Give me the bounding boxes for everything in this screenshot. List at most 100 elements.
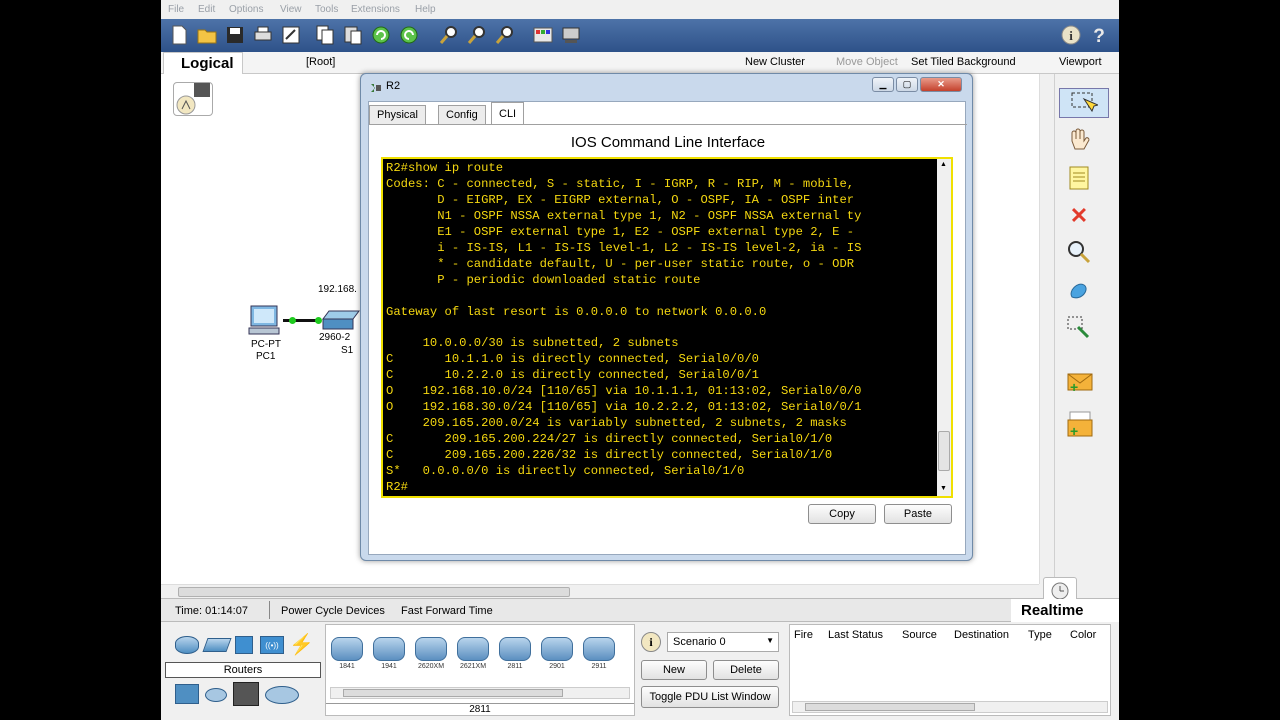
tab-cli[interactable]: CLI: [491, 102, 525, 125]
toggle-pdu-list-button[interactable]: Toggle PDU List Window: [641, 686, 779, 708]
open-folder-icon[interactable]: [195, 23, 219, 47]
help-icon[interactable]: ?: [1087, 23, 1111, 47]
column-header[interactable]: Destination: [954, 629, 1009, 641]
copy-icon[interactable]: [313, 23, 337, 47]
undo-icon[interactable]: [369, 23, 393, 47]
menu-file[interactable]: File: [168, 4, 184, 15]
minimize-button[interactable]: ▁: [872, 77, 894, 92]
device-model[interactable]: 2620XM: [414, 637, 448, 670]
chevron-down-icon: ▼: [766, 636, 774, 645]
add-complex-pdu-icon[interactable]: +: [1063, 408, 1095, 440]
device-model[interactable]: 2811: [498, 637, 532, 670]
workspace-vertical-scrollbar[interactable]: [1039, 74, 1054, 584]
save-icon[interactable]: [223, 23, 247, 47]
menu-edit[interactable]: Edit: [198, 4, 215, 15]
scenario-info-icon[interactable]: i: [641, 632, 661, 652]
terminal-output[interactable]: R2#show ip route Codes: C - connected, S …: [386, 161, 936, 496]
activity-wizard-icon[interactable]: [279, 23, 303, 47]
column-header[interactable]: Color: [1070, 629, 1096, 641]
device-list-scrollbar[interactable]: [330, 687, 630, 699]
new-file-icon[interactable]: [167, 23, 191, 47]
root-breadcrumb[interactable]: [Root]: [306, 56, 335, 68]
select-tool-icon[interactable]: [1059, 88, 1109, 118]
custom-devices-category-icon[interactable]: [233, 682, 259, 706]
realtime-mode-tab[interactable]: Realtime: [1011, 599, 1119, 623]
maximize-button[interactable]: ▢: [896, 77, 918, 92]
logical-tab[interactable]: Logical: [163, 52, 243, 74]
device-model[interactable]: 1941: [372, 637, 406, 670]
palette-icon[interactable]: [531, 23, 555, 47]
redo-icon[interactable]: [397, 23, 421, 47]
scrollbar-thumb[interactable]: [343, 689, 563, 697]
info-icon[interactable]: i: [1059, 23, 1083, 47]
terminal-line: S* 0.0.0.0/0 is directly connected, Seri…: [386, 464, 745, 479]
column-header[interactable]: Type: [1028, 629, 1052, 641]
zoom-out-icon[interactable]: [493, 23, 517, 47]
terminal-line: Gateway of last resort is 0.0.0.0 to net…: [386, 304, 767, 319]
switch-device-icon[interactable]: [321, 309, 361, 331]
delete-tool-icon[interactable]: ✕: [1063, 200, 1095, 232]
zoom-reset-icon[interactable]: [465, 23, 489, 47]
column-header[interactable]: Fire: [794, 629, 813, 641]
menu-tools[interactable]: Tools: [315, 4, 338, 15]
draw-shape-tool-icon[interactable]: [1063, 274, 1095, 306]
column-header[interactable]: Last Status: [828, 629, 883, 641]
terminal-line: C 10.2.2.0 is directly connected, Serial…: [386, 368, 759, 383]
new-scenario-button[interactable]: New: [641, 660, 707, 680]
print-icon[interactable]: [251, 23, 275, 47]
device-category-panel: ((•)) ⚡ Routers: [165, 626, 321, 716]
scrollbar-thumb[interactable]: [178, 587, 570, 597]
end-devices-category-icon[interactable]: [175, 684, 199, 704]
wan-emulation-category-icon[interactable]: [205, 688, 227, 702]
packet-tracer-window: File Edit Options View Tools Extensions …: [161, 0, 1119, 720]
viewport-button[interactable]: Viewport: [1059, 56, 1102, 68]
tab-physical[interactable]: Physical: [369, 105, 426, 125]
delete-scenario-button[interactable]: Delete: [713, 660, 779, 680]
scrollbar-thumb[interactable]: [938, 431, 950, 471]
connections-category-icon[interactable]: ⚡: [289, 634, 314, 656]
set-tiled-background-button[interactable]: Set Tiled Background: [911, 56, 1016, 68]
menu-view[interactable]: View: [280, 4, 302, 15]
device-model[interactable]: 2911: [582, 637, 616, 670]
device-model[interactable]: 1841: [330, 637, 364, 670]
resize-shape-tool-icon[interactable]: [1063, 312, 1095, 344]
custom-device-icon[interactable]: [559, 23, 583, 47]
pc-device-icon[interactable]: [247, 304, 283, 336]
routers-category-icon[interactable]: [175, 636, 199, 654]
terminal-line: * - candidate default, U - per-user stat…: [386, 256, 855, 271]
device-model[interactable]: 2621XM: [456, 637, 490, 670]
cli-terminal[interactable]: R2#show ip route Codes: C - connected, S …: [381, 157, 953, 498]
device-model[interactable]: 2901: [540, 637, 574, 670]
add-simple-pdu-icon[interactable]: +: [1063, 366, 1095, 398]
scenario-select[interactable]: Scenario 0 ▼: [667, 632, 779, 652]
inspect-tool-icon[interactable]: [1063, 236, 1095, 268]
pdu-table-scrollbar[interactable]: [792, 701, 1108, 713]
scroll-down-icon[interactable]: ▼: [940, 485, 947, 492]
column-header[interactable]: Source: [902, 629, 937, 641]
power-cycle-devices-button[interactable]: Power Cycle Devices: [281, 605, 385, 617]
hubs-category-icon[interactable]: [235, 636, 253, 654]
navigation-icon[interactable]: [173, 82, 213, 116]
move-object-button[interactable]: Move Object: [836, 56, 898, 68]
paste-icon[interactable]: [341, 23, 365, 47]
menu-extensions[interactable]: Extensions: [351, 4, 400, 15]
terminal-scrollbar[interactable]: ▲ ▼: [937, 159, 951, 496]
paste-button[interactable]: Paste: [884, 504, 952, 524]
note-tool-icon[interactable]: [1063, 162, 1095, 194]
copy-button[interactable]: Copy: [808, 504, 876, 524]
zoom-in-icon[interactable]: [437, 23, 461, 47]
multiuser-category-icon[interactable]: [265, 686, 299, 704]
switches-category-icon[interactable]: [202, 638, 232, 652]
scrollbar-thumb[interactable]: [805, 703, 975, 711]
tab-config[interactable]: Config: [438, 105, 486, 125]
wireless-category-icon[interactable]: ((•)): [260, 636, 284, 654]
fast-forward-time-button[interactable]: Fast Forward Time: [401, 605, 493, 617]
workspace-horizontal-scrollbar[interactable]: [161, 584, 1039, 598]
menu-options[interactable]: Options: [229, 4, 263, 15]
scroll-up-icon[interactable]: ▲: [940, 161, 947, 168]
router-icon: [370, 81, 382, 93]
new-cluster-button[interactable]: New Cluster: [745, 56, 805, 68]
menu-help[interactable]: Help: [415, 4, 436, 15]
close-button[interactable]: ✕: [920, 77, 962, 92]
hand-tool-icon[interactable]: [1063, 124, 1095, 156]
